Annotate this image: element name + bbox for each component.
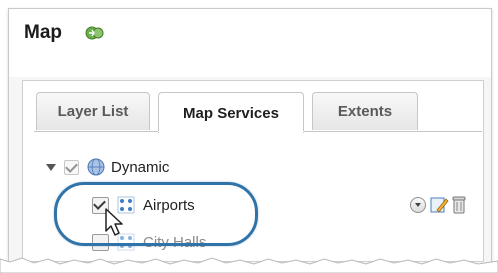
edit-icon[interactable] — [429, 195, 449, 215]
torn-paper-edge — [0, 257, 498, 273]
tab-divider-gap — [158, 131, 304, 132]
panel-header — [9, 9, 491, 77]
tab-map-services[interactable]: Map Services — [158, 92, 304, 133]
tab-label: Map Services — [183, 104, 279, 122]
highlight-ring — [54, 182, 258, 246]
tab-label: Layer List — [57, 103, 129, 120]
options-dropdown-icon[interactable] — [410, 197, 426, 213]
tab-extents[interactable]: Extents — [312, 92, 418, 130]
globe-icon — [87, 158, 105, 176]
group-label: Dynamic — [111, 158, 170, 176]
mouse-pointer-icon — [105, 208, 123, 236]
expand-arrow-icon[interactable] — [46, 163, 56, 171]
tree-group-dynamic[interactable]: Dynamic — [46, 158, 169, 176]
layer-actions — [410, 195, 466, 215]
tab-label: Extents — [337, 103, 393, 120]
sync-icon[interactable] — [84, 25, 106, 41]
page-title: Map — [24, 22, 62, 43]
tab-layer-list[interactable]: Layer List — [36, 92, 150, 130]
trash-icon[interactable] — [452, 195, 466, 215]
group-checkbox[interactable] — [64, 159, 79, 175]
